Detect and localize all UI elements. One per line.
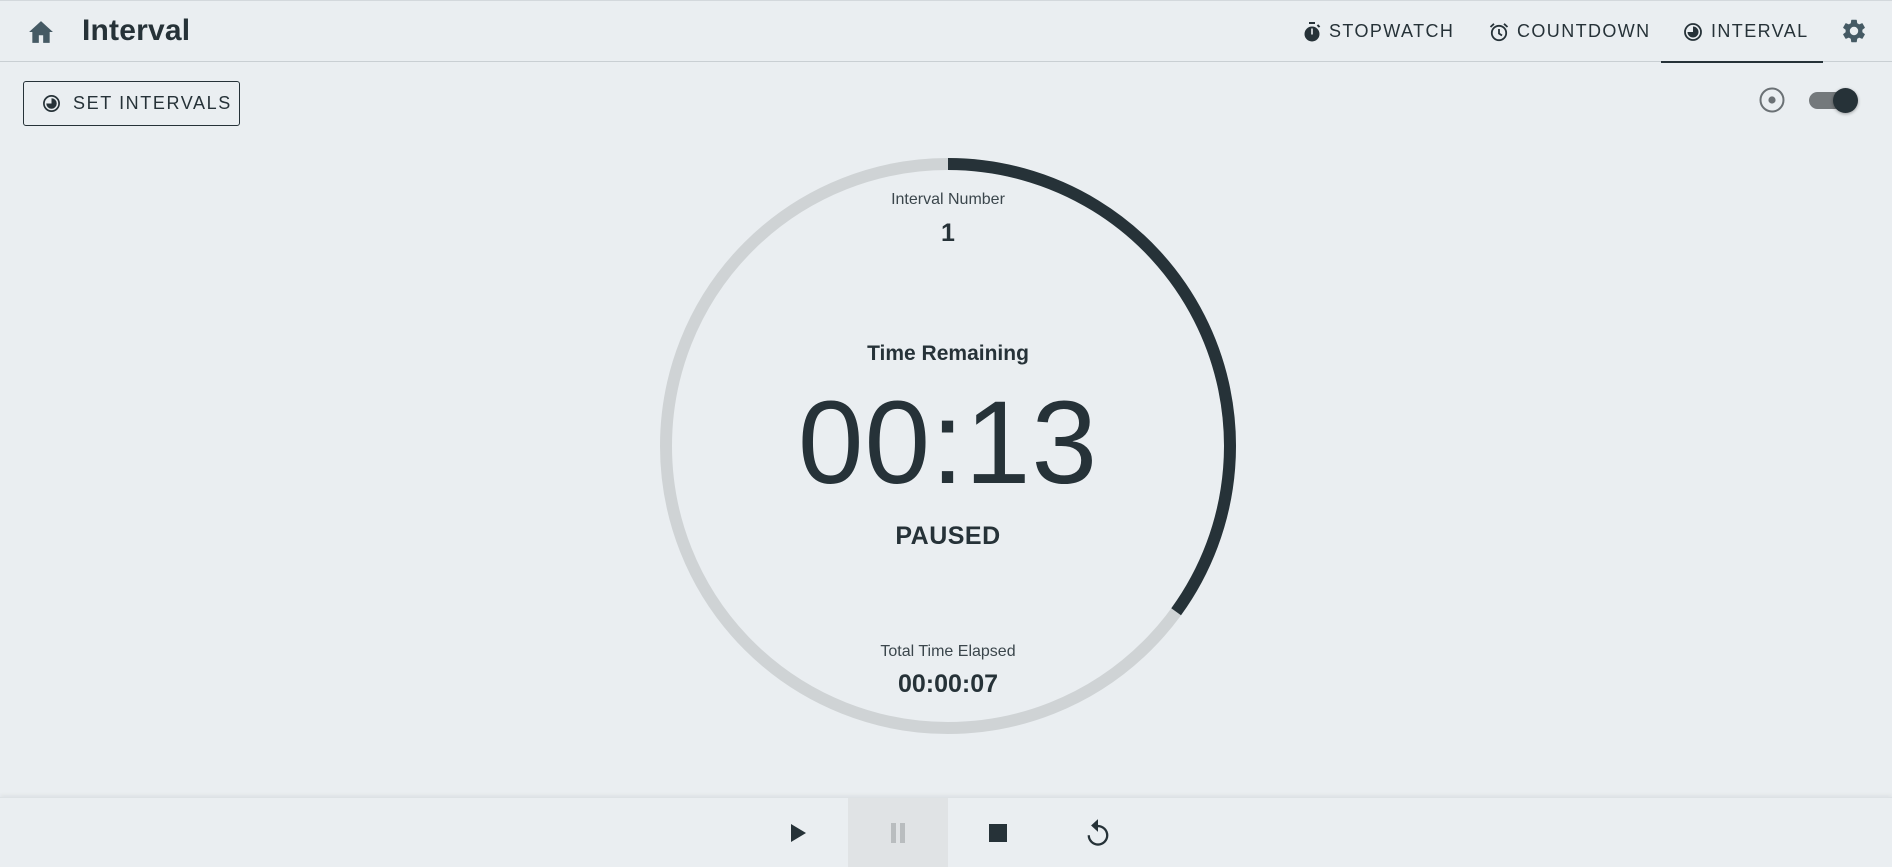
set-intervals-button[interactable]: SET INTERVALS xyxy=(23,81,240,126)
app-bar: Interval STOPWATCH COUNTDOWN INTERVAL xyxy=(0,0,1892,63)
home-button[interactable] xyxy=(24,15,58,49)
play-button[interactable] xyxy=(748,798,848,867)
gear-icon xyxy=(1843,19,1865,43)
tab-interval[interactable]: INTERVAL xyxy=(1661,1,1823,63)
set-intervals-label: SET INTERVALS xyxy=(73,93,232,113)
stop-icon xyxy=(989,824,1007,842)
toggle-thumb xyxy=(1833,88,1858,113)
reset-button[interactable] xyxy=(1048,798,1148,867)
alarm-clock-icon xyxy=(1489,22,1509,41)
play-icon xyxy=(791,824,806,842)
home-icon xyxy=(29,21,53,43)
timer-status: PAUSED xyxy=(895,522,1001,550)
tab-countdown-label: COUNTDOWN xyxy=(1517,21,1651,41)
radio-target-icon xyxy=(1759,87,1785,113)
toggle-switch[interactable] xyxy=(1809,87,1859,113)
total-elapsed-label: Total Time Elapsed xyxy=(880,643,1016,660)
interval-number-label: Interval Number xyxy=(891,191,1005,208)
interval-icon xyxy=(1684,22,1702,41)
tab-countdown[interactable]: COUNTDOWN xyxy=(1489,1,1651,62)
time-remaining-label: Time Remaining xyxy=(867,342,1029,365)
tab-stopwatch-label: STOPWATCH xyxy=(1329,21,1455,41)
pause-button[interactable] xyxy=(848,798,948,867)
stop-button[interactable] xyxy=(948,798,1048,867)
time-remaining-value: 00:13 xyxy=(797,377,1099,509)
interval-number-value: 1 xyxy=(941,219,955,247)
tab-interval-label: INTERVAL xyxy=(1711,21,1809,41)
page-title: Interval xyxy=(82,14,191,47)
settings-button[interactable] xyxy=(1837,14,1871,48)
total-elapsed-value: 00:00:07 xyxy=(897,670,999,698)
stopwatch-icon xyxy=(1304,21,1321,41)
tab-stopwatch[interactable]: STOPWATCH xyxy=(1303,1,1454,62)
playback-controls xyxy=(0,797,1892,867)
replay-icon xyxy=(1087,819,1109,846)
timer-dial: Interval Number 1 Time Remaining 00:13 P… xyxy=(659,157,1237,735)
focus-mode-button[interactable] xyxy=(1758,86,1786,114)
interval-icon xyxy=(43,95,60,112)
pause-icon xyxy=(891,823,905,843)
